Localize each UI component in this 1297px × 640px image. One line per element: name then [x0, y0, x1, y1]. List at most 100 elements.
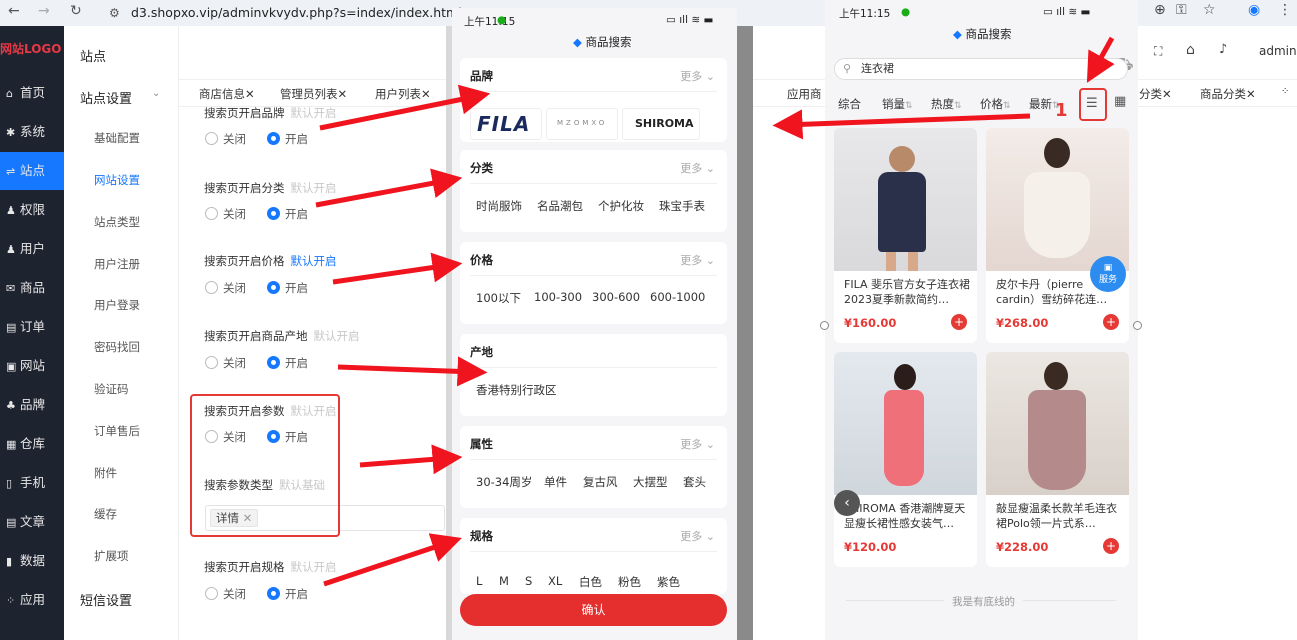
- tab-goods-category[interactable]: 商品分类✕: [1200, 86, 1256, 102]
- close-icon[interactable]: ✕: [421, 87, 431, 101]
- new-tab-icon[interactable]: ⊕: [1154, 2, 1166, 18]
- back-to-top-icon[interactable]: ‹: [834, 490, 860, 516]
- sidebar-item-system[interactable]: ✱ 系统: [0, 113, 64, 151]
- sidebar-item-order[interactable]: ▤ 订单: [0, 308, 64, 346]
- filter-option[interactable]: XL: [548, 574, 562, 588]
- star-icon[interactable]: ☆: [1203, 2, 1216, 18]
- radio-origin-off[interactable]: 关闭: [205, 355, 246, 371]
- sidebar-item-permission[interactable]: ♟ 权限: [0, 191, 64, 229]
- filter-option[interactable]: M: [499, 574, 509, 588]
- filter-option[interactable]: 珠宝手表: [659, 198, 705, 214]
- filter-option[interactable]: L: [476, 574, 482, 588]
- radio-brand-on[interactable]: 开启: [267, 131, 308, 147]
- filter-option[interactable]: 紫色: [657, 574, 680, 590]
- product-card[interactable]: FILA 斐乐官方女子连衣裙2023夏季新款简约… ¥160.00 +: [834, 128, 977, 343]
- filter-option[interactable]: 白色: [579, 574, 602, 590]
- submenu-group-site-settings[interactable]: 站点设置: [80, 88, 132, 107]
- profile-icon[interactable]: ◉: [1248, 2, 1260, 18]
- submenu-item-aftersale[interactable]: 订单售后: [94, 423, 140, 439]
- address-bar[interactable]: ⚙ d3.shopxo.vip/adminvkvydv.php?s=index/…: [103, 3, 463, 23]
- sort-sales[interactable]: 销量⇅: [882, 96, 913, 112]
- filter-option[interactable]: 粉色: [618, 574, 641, 590]
- radio-category-off[interactable]: 关闭: [205, 206, 246, 222]
- radio-brand-off[interactable]: 关闭: [205, 131, 246, 147]
- filter-option[interactable]: 30-34周岁: [476, 474, 532, 490]
- sidebar-item-data[interactable]: ▮ 数据: [0, 542, 64, 580]
- radio-price-on[interactable]: 开启: [267, 280, 308, 296]
- tab-admin-list[interactable]: 管理员列表✕: [280, 86, 347, 102]
- sidebar-item-article[interactable]: ▤ 文章: [0, 503, 64, 541]
- sort-price[interactable]: 价格⇅: [980, 96, 1011, 112]
- tab-shop-info[interactable]: 商店信息✕: [199, 86, 255, 102]
- more-link[interactable]: 更多 ⌄: [680, 528, 715, 544]
- filter-option[interactable]: 时尚服饰: [476, 198, 522, 214]
- filter-search-button[interactable]: ☰: [1079, 88, 1107, 121]
- submenu-item-register[interactable]: 用户注册: [94, 256, 140, 272]
- radio-category-on[interactable]: 开启: [267, 206, 308, 222]
- close-icon[interactable]: ✕: [245, 87, 255, 101]
- layout-toggle-icon[interactable]: ▦: [1114, 94, 1126, 109]
- sidebar-item-brand[interactable]: ♣ 品牌: [0, 386, 64, 424]
- more-link[interactable]: 更多 ⌄: [680, 436, 715, 452]
- sidebar-item-home[interactable]: ⌂ 首页: [0, 74, 64, 112]
- close-icon[interactable]: ✕: [1162, 87, 1172, 101]
- close-icon[interactable]: ✕: [338, 87, 348, 101]
- brand-fila[interactable]: FILA: [470, 108, 542, 140]
- forward-icon[interactable]: →: [38, 3, 50, 19]
- radio-price-off[interactable]: 关闭: [205, 280, 246, 296]
- filter-option[interactable]: 100-300: [534, 290, 582, 304]
- filter-option[interactable]: 300-600: [592, 290, 640, 304]
- service-button[interactable]: ▣ 服务: [1090, 256, 1126, 292]
- submenu-item-password[interactable]: 密码找回: [94, 339, 140, 355]
- sidebar-item-user[interactable]: ♟ 用户: [0, 230, 64, 268]
- filter-option[interactable]: 名品潮包: [537, 198, 583, 214]
- submenu-group-sms[interactable]: 短信设置: [80, 590, 132, 609]
- sort-heat[interactable]: 热度⇅: [931, 96, 962, 112]
- submenu-item-login[interactable]: 用户登录: [94, 297, 140, 313]
- grid-icon[interactable]: ⁘: [1281, 86, 1289, 97]
- more-link[interactable]: 更多 ⌄: [680, 252, 715, 268]
- home-icon[interactable]: ⌂: [1186, 42, 1195, 58]
- admin-username[interactable]: admin: [1259, 44, 1297, 58]
- add-to-cart-button[interactable]: +: [1103, 314, 1119, 330]
- bell-icon[interactable]: ♪: [1219, 42, 1227, 57]
- submenu-item-basic[interactable]: 基础配置: [94, 130, 140, 146]
- filter-option[interactable]: 复古风: [583, 474, 618, 490]
- add-to-cart-button[interactable]: +: [951, 314, 967, 330]
- sidebar-item-warehouse[interactable]: ▦ 仓库: [0, 425, 64, 463]
- submenu-item-extension[interactable]: 扩展项: [94, 548, 129, 564]
- key-icon[interactable]: ⚿: [1176, 2, 1187, 18]
- filter-option[interactable]: 100以下: [476, 290, 521, 306]
- fullscreen-icon[interactable]: ⛶: [1154, 44, 1162, 59]
- close-icon[interactable]: ✕: [1246, 87, 1256, 101]
- radio-spec-on[interactable]: 开启: [267, 586, 308, 602]
- submenu-item-captcha[interactable]: 验证码: [94, 381, 129, 397]
- filter-option[interactable]: 600-1000: [650, 290, 705, 304]
- sort-composite[interactable]: 综合: [838, 96, 861, 112]
- sidebar-item-goods[interactable]: ✉ 商品: [0, 269, 64, 307]
- product-card[interactable]: 敲显瘦温柔长款羊毛连衣裙Polo领一片式系… ¥228.00 +: [986, 352, 1129, 567]
- sidebar-item-site[interactable]: ⇌ 站点: [0, 152, 64, 190]
- menu-icon[interactable]: ⋮: [1278, 2, 1292, 18]
- submenu-item-website-settings[interactable]: 网站设置: [94, 172, 140, 188]
- tab-user-list[interactable]: 用户列表✕: [375, 86, 431, 102]
- sidebar-item-apps[interactable]: ⁘ 应用: [0, 581, 64, 619]
- filter-option[interactable]: 单件: [544, 474, 567, 490]
- site-settings-icon[interactable]: ⚙: [109, 3, 120, 23]
- radio-spec-off[interactable]: 关闭: [205, 586, 246, 602]
- more-link[interactable]: 更多 ⌄: [680, 160, 715, 176]
- brand-mzomxo[interactable]: MZOMXO: [546, 108, 618, 140]
- reload-icon[interactable]: ↻: [70, 3, 82, 19]
- filter-option[interactable]: 香港特别行政区: [476, 382, 557, 398]
- sidebar-item-website[interactable]: ▣ 网站: [0, 347, 64, 385]
- product-card[interactable]: SHIROMA 香港潮牌夏天显瘦长裙性感女装气… ¥120.00: [834, 352, 977, 567]
- search-input[interactable]: ⚲ 连衣裙: [834, 58, 1128, 80]
- brand-shiroma[interactable]: SHIROMA: [622, 108, 700, 140]
- back-icon[interactable]: ←: [8, 3, 20, 19]
- filter-option[interactable]: S: [525, 574, 532, 588]
- submenu-item-attachment[interactable]: 附件: [94, 465, 117, 481]
- confirm-button[interactable]: 确认: [460, 594, 727, 626]
- radio-origin-on[interactable]: 开启: [267, 355, 308, 371]
- submenu-item-cache[interactable]: 缓存: [94, 506, 117, 522]
- add-to-cart-button[interactable]: +: [1103, 538, 1119, 554]
